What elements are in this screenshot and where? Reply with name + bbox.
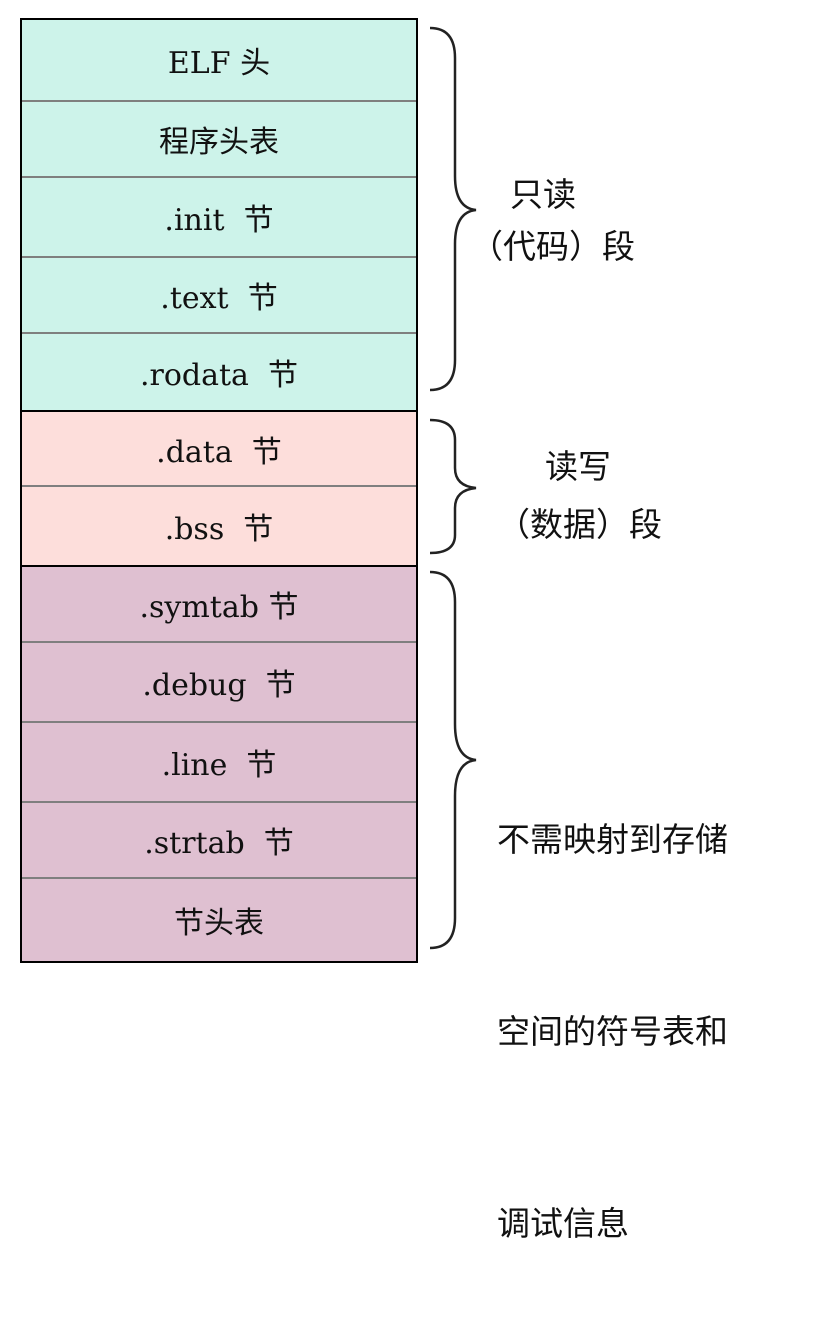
- label-line: 只读: [510, 175, 576, 214]
- nonmapped-info-label: 不需映射到存储 空间的符号表和 调试信息: [497, 680, 728, 1320]
- label-line: 调试信息: [497, 1204, 629, 1243]
- label-line: （数据）段: [497, 505, 662, 544]
- label-line: 读写: [545, 447, 611, 486]
- label-line: （代码）段: [470, 227, 635, 266]
- label-line: 空间的符号表和: [497, 1012, 728, 1051]
- label-line: 不需映射到存储: [497, 820, 728, 859]
- readwrite-brace: [429, 418, 477, 555]
- readwrite-segment-label: 读写: [545, 446, 611, 487]
- readonly-segment-label-line2: （代码）段: [470, 226, 635, 267]
- readonly-segment-label: 只读: [510, 174, 576, 215]
- nonmapped-brace: [429, 570, 477, 950]
- readonly-brace: [429, 26, 477, 392]
- readwrite-segment-label-line2: （数据）段: [497, 504, 662, 545]
